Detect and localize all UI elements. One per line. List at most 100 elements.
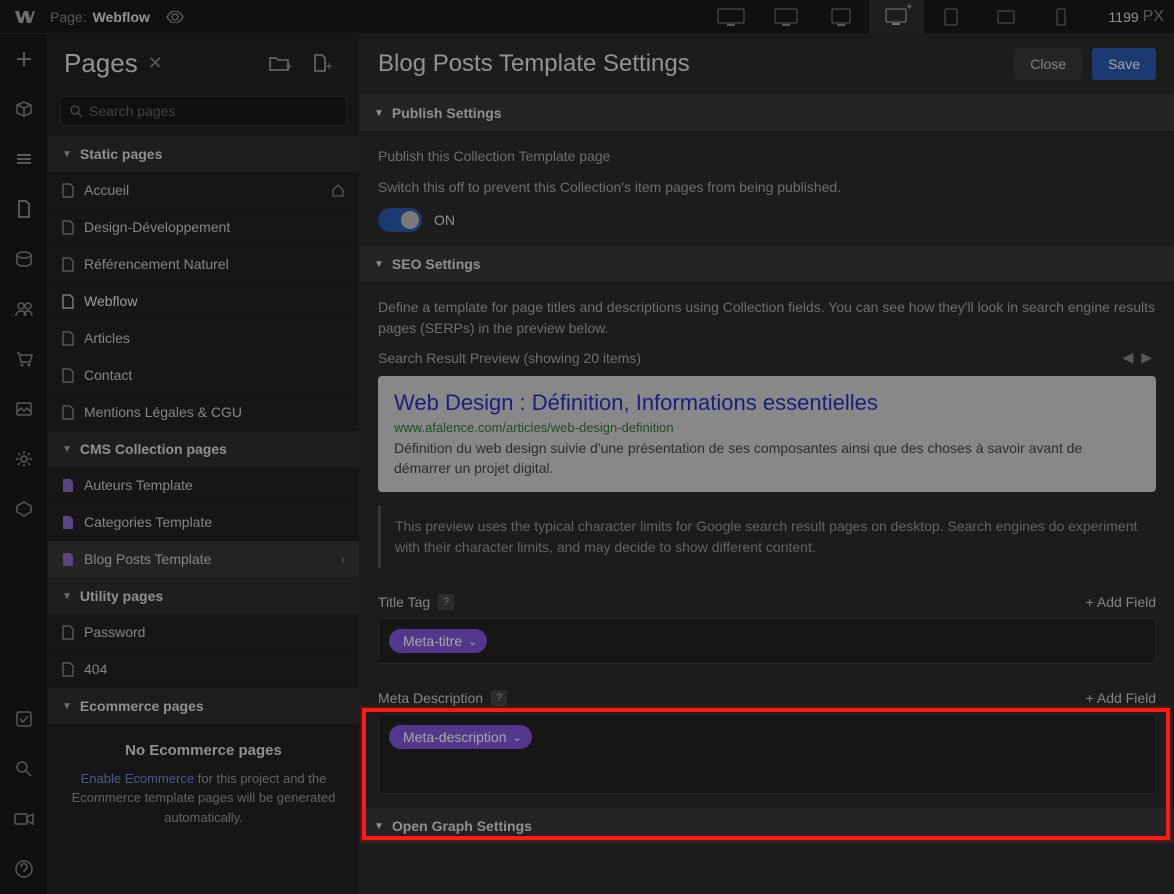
seo-settings-header[interactable]: ▼SEO Settings <box>360 246 1174 283</box>
serp-note: This preview uses the typical character … <box>378 506 1156 568</box>
pages-panel: Pages ✕ + + ▼Static pages Accueil Design… <box>48 34 360 894</box>
enable-ecommerce-link[interactable]: Enable Ecommerce <box>81 771 194 786</box>
close-panel-icon[interactable]: ✕ <box>148 53 163 74</box>
page-item-design[interactable]: Design-Développement <box>48 209 359 246</box>
device-desktop-icon[interactable]: ✦ <box>869 0 924 34</box>
page-icon <box>62 294 74 309</box>
help-icon[interactable]: ? <box>491 690 507 706</box>
home-icon <box>331 183 345 197</box>
add-field-button[interactable]: + Add Field <box>1086 690 1156 706</box>
serp-title: Web Design : Définition, Informations es… <box>394 390 1140 416</box>
device-xl-icon[interactable] <box>704 0 759 34</box>
apps-icon[interactable] <box>0 484 47 534</box>
static-pages-header[interactable]: ▼Static pages <box>48 136 359 172</box>
ecommerce-icon[interactable] <box>0 334 47 384</box>
new-folder-icon[interactable]: + <box>261 46 301 80</box>
toggle-on-label: ON <box>434 212 455 228</box>
page-icon <box>62 662 74 677</box>
page-name[interactable]: Webflow <box>93 9 150 25</box>
device-tablet-icon[interactable] <box>924 0 979 34</box>
symbols-icon[interactable] <box>0 84 47 134</box>
title-tag-input[interactable]: Meta-titre⌄ <box>378 618 1156 664</box>
add-field-button[interactable]: + Add Field <box>1086 594 1156 610</box>
page-item-categories[interactable]: Categories Template <box>48 504 359 541</box>
cms-page-icon <box>62 552 74 567</box>
settings-icon[interactable] <box>0 434 47 484</box>
page-item-password[interactable]: Password <box>48 614 359 651</box>
page-item-blog-posts[interactable]: Blog Posts Template› <box>48 541 359 578</box>
page-item-auteurs[interactable]: Auteurs Template <box>48 467 359 504</box>
publish-settings-header[interactable]: ▼Publish Settings <box>360 95 1174 132</box>
page-label: Page: <box>50 9 87 25</box>
meta-description-input[interactable]: Meta-description⌄ <box>378 714 1156 794</box>
save-button[interactable]: Save <box>1092 48 1156 80</box>
pages-icon[interactable] <box>0 184 47 234</box>
page-icon <box>62 368 74 383</box>
page-item-referencement[interactable]: Référencement Naturel <box>48 246 359 283</box>
add-element-icon[interactable] <box>0 34 47 84</box>
search-pages-field[interactable] <box>89 103 338 119</box>
serp-next-icon[interactable]: ▶ <box>1137 349 1156 366</box>
chevron-down-icon: ⌄ <box>513 731 522 744</box>
no-ecommerce-message: No Ecommerce pages Enable Ecommerce for … <box>48 724 359 843</box>
device-md-icon[interactable] <box>814 0 869 34</box>
page-icon <box>62 220 74 235</box>
help-icon[interactable] <box>0 844 47 894</box>
meta-description-label: Meta Description <box>378 690 483 706</box>
utility-pages-header[interactable]: ▼Utility pages <box>48 578 359 614</box>
cms-page-icon <box>62 515 74 530</box>
device-switcher: ✦ <box>704 0 1089 34</box>
canvas-width[interactable]: 1199 <box>1109 9 1139 25</box>
navigator-icon[interactable] <box>0 134 47 184</box>
page-icon <box>62 331 74 346</box>
ecommerce-pages-header[interactable]: ▼Ecommerce pages <box>48 688 359 724</box>
meta-titre-chip[interactable]: Meta-titre⌄ <box>389 629 487 653</box>
settings-title: Blog Posts Template Settings <box>378 50 690 78</box>
serp-description: Définition du web design suivie d'une pr… <box>394 439 1140 478</box>
canvas-width-unit: PX <box>1143 8 1164 26</box>
opengraph-settings-header[interactable]: ▼Open Graph Settings <box>360 808 1174 845</box>
page-item-articles[interactable]: Articles <box>48 320 359 357</box>
assets-icon[interactable] <box>0 384 47 434</box>
close-button[interactable]: Close <box>1014 48 1082 80</box>
page-icon <box>62 625 74 640</box>
chevron-right-icon: › <box>341 552 345 566</box>
new-page-icon[interactable]: + <box>303 46 343 80</box>
video-icon[interactable] <box>0 794 47 844</box>
audit-icon[interactable] <box>0 694 47 744</box>
search-pages-input[interactable] <box>60 96 347 126</box>
page-item-contact[interactable]: Contact <box>48 357 359 394</box>
cms-pages-header[interactable]: ▼CMS Collection pages <box>48 431 359 467</box>
seo-intro: Define a template for page titles and de… <box>378 297 1156 339</box>
webflow-logo[interactable] <box>10 2 40 32</box>
publish-line1: Publish this Collection Template page <box>378 146 1156 167</box>
page-item-webflow[interactable]: Webflow <box>48 283 359 320</box>
serp-url: www.afalence.com/articles/web-design-def… <box>394 420 1140 435</box>
serp-preview-box: Web Design : Définition, Informations es… <box>378 376 1156 492</box>
search-icon[interactable] <box>0 744 47 794</box>
publish-toggle[interactable] <box>378 208 422 232</box>
page-item-404[interactable]: 404 <box>48 651 359 688</box>
left-toolbar <box>0 34 48 894</box>
page-icon <box>62 257 74 272</box>
cms-page-icon <box>62 478 74 493</box>
top-bar: Page: Webflow ✦ 1199 PX <box>0 0 1174 34</box>
device-tablet-land-icon[interactable] <box>979 0 1034 34</box>
users-icon[interactable] <box>0 284 47 334</box>
preview-eye-icon[interactable] <box>166 11 184 23</box>
cms-icon[interactable] <box>0 234 47 284</box>
page-item-mentions[interactable]: Mentions Légales & CGU <box>48 394 359 431</box>
page-item-accueil[interactable]: Accueil <box>48 172 359 209</box>
device-mobile-icon[interactable] <box>1034 0 1089 34</box>
pages-panel-title: Pages <box>64 48 138 79</box>
device-lg-icon[interactable] <box>759 0 814 34</box>
meta-description-chip[interactable]: Meta-description⌄ <box>389 725 532 749</box>
chevron-down-icon: ⌄ <box>468 635 477 648</box>
serp-prev-icon[interactable]: ◀ <box>1118 349 1137 366</box>
title-tag-label: Title Tag <box>378 594 430 610</box>
help-icon[interactable]: ? <box>438 594 454 610</box>
page-icon <box>62 183 74 198</box>
serp-preview-label: Search Result Preview (showing 20 items) <box>378 350 641 366</box>
publish-line2: Switch this off to prevent this Collecti… <box>378 177 1156 198</box>
page-icon <box>62 405 74 420</box>
